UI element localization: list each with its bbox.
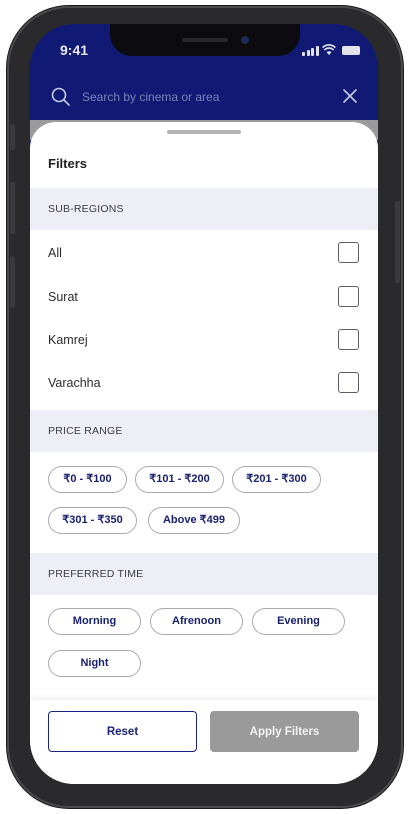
speaker-grille	[182, 38, 228, 42]
battery-icon	[342, 46, 360, 55]
sub-region-label: Varachha	[48, 376, 101, 390]
section-header-price-range: PRICE RANGE	[30, 410, 378, 452]
checkbox[interactable]	[338, 372, 359, 393]
price-chip-201-300[interactable]: ₹201 - ₹300	[232, 466, 321, 493]
checkbox[interactable]	[338, 286, 359, 307]
time-chip-morning[interactable]: Morning	[48, 608, 141, 635]
search-input[interactable]	[82, 87, 312, 107]
time-chip-night[interactable]: Night	[48, 650, 141, 677]
search-bar	[30, 80, 378, 124]
price-chip-101-200[interactable]: ₹101 - ₹200	[135, 466, 224, 493]
sub-region-row-all[interactable]: All	[30, 232, 378, 274]
signal-icon	[302, 46, 319, 56]
sub-region-label: Surat	[48, 290, 78, 304]
filters-sheet: Filters SUB-REGIONS All Surat Kamrej Var…	[30, 122, 378, 784]
status-time: 9:41	[60, 42, 89, 58]
checkbox[interactable]	[338, 329, 359, 350]
front-camera	[241, 36, 249, 44]
sub-region-label: Kamrej	[48, 333, 88, 347]
sheet-drag-handle[interactable]	[167, 130, 241, 134]
section-header-preferred-time: PREFERRED TIME	[30, 553, 378, 595]
price-chip-above-499[interactable]: Above ₹499	[148, 507, 240, 534]
close-icon[interactable]	[340, 86, 360, 106]
price-chip-301-350[interactable]: ₹301 - ₹350	[48, 507, 137, 534]
sub-region-row-surat[interactable]: Surat	[30, 276, 378, 318]
sheet-title: Filters	[48, 156, 88, 171]
wifi-icon	[322, 44, 336, 55]
sub-region-row-kamrej[interactable]: Kamrej	[30, 319, 378, 361]
reset-button[interactable]: Reset	[48, 711, 197, 752]
sheet-footer: Reset Apply Filters	[30, 700, 378, 784]
checkbox[interactable]	[338, 242, 359, 263]
mute-switch	[10, 124, 15, 150]
status-bar: 9:41	[30, 24, 378, 78]
power-button	[395, 201, 400, 283]
apply-filters-button[interactable]: Apply Filters	[210, 711, 359, 752]
sub-region-label: All	[48, 246, 62, 260]
screen: 9:41 Filters SUB-REGIONS	[30, 24, 378, 784]
volume-down-button	[10, 256, 15, 308]
sub-region-row-varachha[interactable]: Varachha	[30, 362, 378, 404]
notch	[110, 24, 300, 56]
search-icon[interactable]	[50, 86, 72, 108]
volume-up-button	[10, 182, 15, 234]
price-chip-0-100[interactable]: ₹0 - ₹100	[48, 466, 127, 493]
time-chip-afternoon[interactable]: Afrenoon	[150, 608, 243, 635]
section-header-sub-regions: SUB-REGIONS	[30, 188, 378, 230]
time-chip-evening[interactable]: Evening	[252, 608, 345, 635]
